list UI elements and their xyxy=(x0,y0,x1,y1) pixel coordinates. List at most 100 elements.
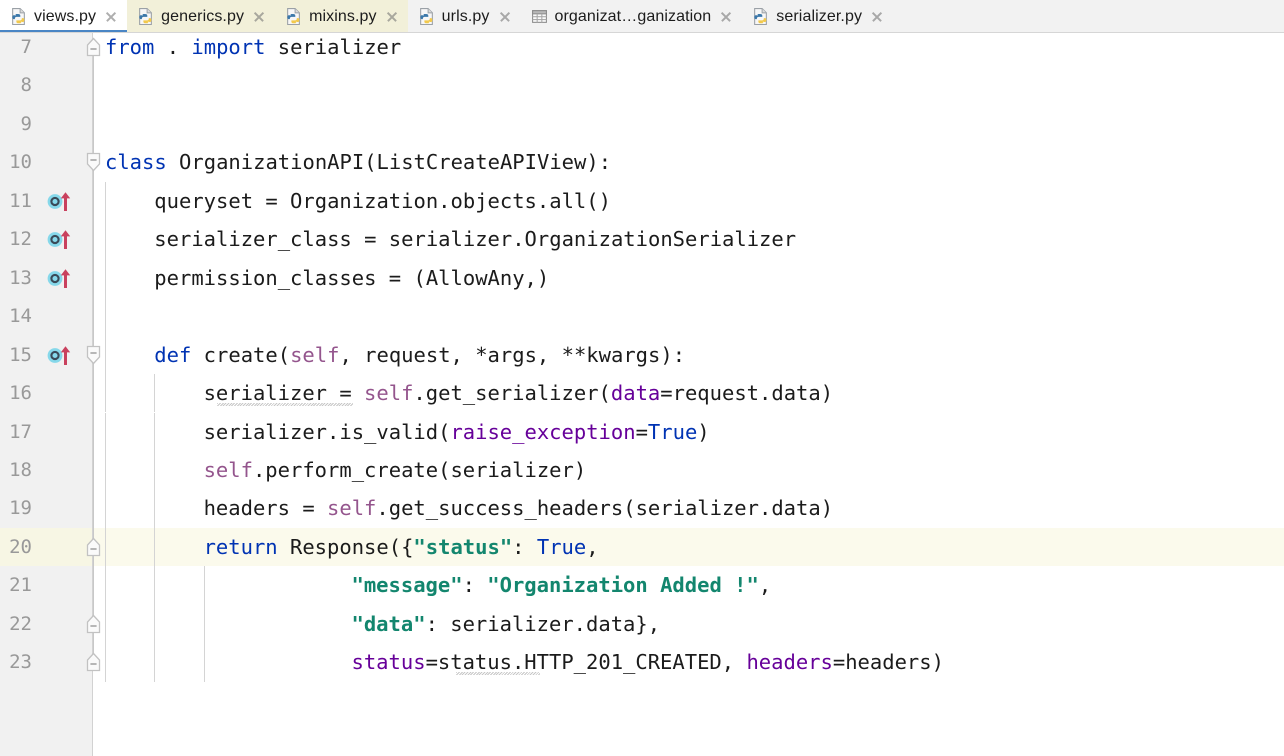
code-line[interactable]: return Response({"status": True, xyxy=(204,528,599,566)
code-line[interactable]: headers = self.get_success_headers(seria… xyxy=(204,489,833,527)
indent-guide xyxy=(105,258,106,298)
database-table-icon xyxy=(531,8,548,25)
fold-marker[interactable] xyxy=(85,36,102,74)
code-token: , xyxy=(586,534,599,559)
code-token: serializer = xyxy=(203,381,365,406)
editor-tab-organizat-ganization[interactable]: organizat…ganization xyxy=(520,0,743,32)
code-editor[interactable]: 7 8 9 10 11 12 13 14 15 16 17 18 19 20 21 22 23 from . i… xyxy=(0,33,1284,756)
code-token: from xyxy=(105,35,155,59)
gutter-implementing-marker[interactable] xyxy=(47,344,73,366)
python-file-icon xyxy=(754,8,768,25)
tab-close-icon[interactable] xyxy=(252,10,266,24)
fold-marker[interactable] xyxy=(85,536,102,574)
gutter-implementing-marker[interactable] xyxy=(47,228,73,250)
line-number: 23 xyxy=(9,651,32,674)
code-token: def xyxy=(154,342,192,367)
code-token: serializer xyxy=(265,35,402,59)
indent-guide xyxy=(105,643,106,682)
code-line[interactable]: def create(self, request, *args, **kwarg… xyxy=(154,336,685,374)
fold-region-start-icon[interactable] xyxy=(85,344,102,366)
code-line[interactable]: queryset = Organization.objects.all() xyxy=(154,182,611,220)
tab-close-icon[interactable] xyxy=(719,10,733,24)
indent-guide xyxy=(154,604,156,644)
line-number: 11 xyxy=(9,189,32,212)
code-line[interactable]: serializer.is_valid(raise_exception=True… xyxy=(204,413,710,451)
code-line[interactable]: permission_classes = (AllowAny,) xyxy=(154,259,549,297)
editor-tab-serializer-py[interactable]: serializer.py xyxy=(742,0,894,32)
editor-tab-urls-py[interactable]: urls.py xyxy=(407,0,521,32)
tab-label: mixins.py xyxy=(309,7,377,25)
python-file-icon xyxy=(10,8,27,25)
weak-warning-underline xyxy=(217,403,353,407)
code-token: .get_serializer( xyxy=(413,381,611,406)
code-text-area[interactable]: from . import serializer class Organizati… xyxy=(93,33,1284,756)
indent-guide xyxy=(105,412,106,451)
fold-region-end-icon[interactable] xyxy=(85,36,102,58)
fold-marker[interactable] xyxy=(85,344,102,382)
fold-region-end-icon[interactable] xyxy=(85,536,102,558)
editor-tab-mixins-py[interactable]: mixins.py xyxy=(275,0,408,32)
indent-guide xyxy=(154,643,156,682)
indent-guide xyxy=(105,297,106,336)
fold-marker[interactable] xyxy=(85,613,102,651)
indent-guide xyxy=(105,450,106,490)
tab-close-icon[interactable] xyxy=(498,10,512,24)
fold-marker[interactable] xyxy=(85,651,102,689)
code-line[interactable]: class OrganizationAPI(ListCreateAPIView)… xyxy=(105,143,611,181)
code-token: data xyxy=(610,381,661,406)
editor-gutter[interactable]: 7 8 9 10 11 12 13 14 15 16 17 18 19 20 21 22 23 xyxy=(0,33,93,756)
editor-tab-generics-py[interactable]: generics.py xyxy=(127,0,276,32)
implementing-method-marker-icon[interactable] xyxy=(47,228,73,250)
fold-region-start-icon[interactable] xyxy=(85,151,102,173)
code-token: create( xyxy=(191,342,291,367)
code-line[interactable]: serializer_class = serializer.Organizati… xyxy=(154,220,796,258)
line-number: 12 xyxy=(9,228,32,251)
indent-guide xyxy=(154,566,156,605)
code-token: =status.HTTP_201_CREATED, xyxy=(425,650,747,675)
python-file-icon xyxy=(752,8,769,25)
fold-region-end-icon[interactable] xyxy=(85,613,102,635)
code-token: : serializer.data}, xyxy=(425,611,661,636)
gutter-implementing-marker[interactable] xyxy=(47,267,73,289)
implementing-method-marker-icon[interactable] xyxy=(47,344,73,366)
code-token: "data" xyxy=(351,611,426,636)
code-token: "message" xyxy=(351,573,463,598)
tab-close-icon[interactable] xyxy=(385,10,399,24)
indent-guide xyxy=(154,489,156,528)
editor-tab-views-py[interactable]: views.py xyxy=(0,0,128,32)
code-line[interactable]: serializer = self.get_serializer(data=re… xyxy=(204,374,833,412)
code-line[interactable]: "message": "Organization Added !", xyxy=(352,566,772,604)
implementing-method-marker-icon[interactable] xyxy=(47,190,73,212)
line-number: 22 xyxy=(9,612,32,635)
code-token: "status" xyxy=(413,534,513,559)
code-token: True xyxy=(536,534,587,559)
indent-guide xyxy=(105,604,106,644)
indent-guide xyxy=(154,527,156,567)
line-number: 17 xyxy=(9,420,32,443)
code-token: serializer.is_valid( xyxy=(203,419,451,444)
indent-guide xyxy=(203,643,205,682)
code-line[interactable]: self.perform_create(serializer) xyxy=(204,451,587,489)
tab-label: serializer.py xyxy=(776,7,863,25)
fold-marker[interactable] xyxy=(85,151,102,189)
code-line[interactable]: from . import serializer xyxy=(105,33,401,66)
code-token: True xyxy=(647,419,698,444)
fold-region-connector xyxy=(93,393,94,547)
code-line[interactable]: "data": serializer.data}, xyxy=(352,605,661,643)
gutter-implementing-marker[interactable] xyxy=(47,190,73,212)
line-number: 19 xyxy=(9,497,32,520)
fold-region-end-icon[interactable] xyxy=(85,651,102,673)
implementing-method-marker-icon[interactable] xyxy=(47,267,73,289)
python-file-icon xyxy=(12,8,25,25)
code-token: "Organization Added !" xyxy=(487,573,759,598)
line-number: 21 xyxy=(9,574,32,597)
code-token: = xyxy=(635,419,648,444)
code-token: : xyxy=(512,534,537,559)
tab-close-icon[interactable] xyxy=(870,10,884,24)
line-number: 15 xyxy=(9,343,32,366)
tab-close-icon[interactable] xyxy=(104,10,118,24)
code-token: .get_success_headers(serializer.data) xyxy=(376,496,834,521)
indent-guide xyxy=(105,181,106,221)
indent-guide xyxy=(105,220,106,259)
code-line[interactable]: status=status.HTTP_201_CREATED, headers=… xyxy=(352,643,944,681)
